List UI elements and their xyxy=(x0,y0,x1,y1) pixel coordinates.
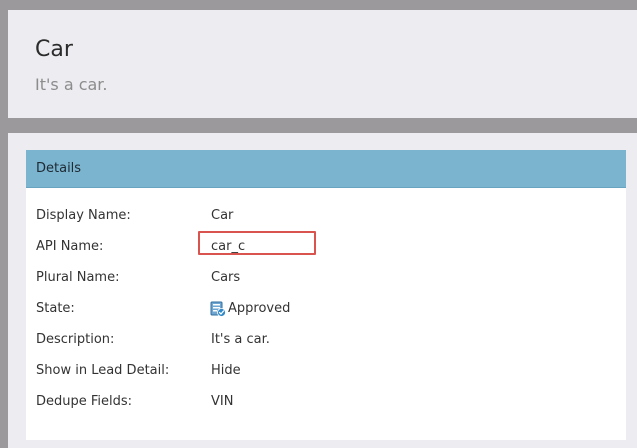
detail-row-api-name: API Name: car_c xyxy=(26,231,626,257)
state-value: Approved xyxy=(228,301,291,316)
page-title: Car xyxy=(35,37,73,62)
description-label: Description: xyxy=(36,332,115,347)
state-value-container: Approved xyxy=(210,299,290,319)
api-name-value: car_c xyxy=(211,239,246,254)
page-subtitle: It's a car. xyxy=(35,75,108,94)
show-in-lead-detail-label: Show in Lead Detail: xyxy=(36,363,170,378)
plural-name-value: Cars xyxy=(211,270,241,285)
display-name-label: Display Name: xyxy=(36,208,131,223)
dedupe-fields-value: VIN xyxy=(211,394,234,409)
detail-row-plural-name: Plural Name: Cars xyxy=(26,268,626,288)
approved-status-icon xyxy=(210,301,226,317)
object-header: Car It's a car. xyxy=(8,10,637,118)
detail-row-description: Description: It's a car. xyxy=(26,330,626,350)
display-name-value: Car xyxy=(211,208,234,223)
details-card: Details Display Name: Car API Name: car_… xyxy=(26,150,626,440)
detail-row-dedupe-fields: Dedupe Fields: VIN xyxy=(26,392,626,412)
dedupe-fields-label: Dedupe Fields: xyxy=(36,394,133,409)
detail-row-show-in-lead-detail: Show in Lead Detail: Hide xyxy=(26,361,626,381)
detail-row-display-name: Display Name: Car xyxy=(26,206,626,226)
description-value: It's a car. xyxy=(211,332,270,347)
content-panel: Details Display Name: Car API Name: car_… xyxy=(8,133,637,448)
api-name-label: API Name: xyxy=(36,239,104,254)
state-label: State: xyxy=(36,301,75,316)
details-section-header: Details xyxy=(26,150,626,188)
details-section-title: Details xyxy=(36,161,82,176)
show-in-lead-detail-value: Hide xyxy=(211,363,241,378)
plural-name-label: Plural Name: xyxy=(36,270,120,285)
detail-row-state: State: Approved xyxy=(26,299,626,319)
